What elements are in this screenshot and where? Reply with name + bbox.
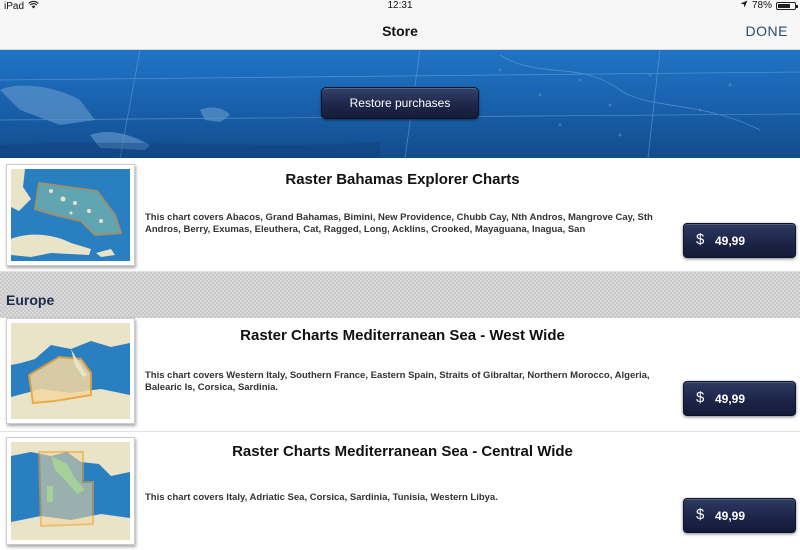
battery-icon (776, 2, 798, 10)
chart-thumbnail-med-central (6, 437, 135, 545)
price-label: 49,99 (715, 234, 746, 248)
buy-button[interactable]: $ 49,99 (683, 223, 796, 258)
product-title: Raster Bahamas Explorer Charts (285, 171, 520, 188)
currency-symbol: $ (696, 231, 705, 248)
product-row-bahamas[interactable]: Raster Bahamas Explorer Charts This char… (0, 158, 800, 272)
location-arrow-icon (740, 0, 748, 12)
status-bar: iPad 12:31 78% (0, 0, 800, 12)
store-banner: Restore purchases (0, 50, 800, 158)
product-description: This chart covers Italy, Adriatic Sea, C… (145, 492, 498, 503)
price-label: 49,99 (715, 509, 746, 523)
section-header-europe: Europe (0, 272, 800, 318)
product-row-med-west[interactable]: Raster Charts Mediterranean Sea - West W… (0, 318, 800, 432)
page-title: Store (382, 23, 418, 39)
buy-button[interactable]: $ 49,99 (683, 381, 796, 416)
section-label: Europe (6, 292, 55, 308)
product-description: This chart covers Abacos, Grand Bahamas,… (145, 212, 653, 235)
chart-thumbnail-bahamas (6, 164, 135, 266)
currency-symbol: $ (696, 506, 705, 523)
battery-percent: 78% (751, 0, 772, 11)
buy-button[interactable]: $ 49,99 (683, 498, 796, 533)
product-description: This chart covers Western Italy, Souther… (145, 370, 650, 393)
currency-symbol: $ (696, 389, 705, 406)
price-label: 49,99 (715, 392, 746, 406)
done-button[interactable]: DONE (746, 12, 788, 50)
restore-purchases-button[interactable]: Restore purchases (321, 87, 479, 119)
product-row-med-central[interactable]: Raster Charts Mediterranean Sea - Centra… (0, 432, 800, 550)
product-title: Raster Charts Mediterranean Sea - West W… (240, 327, 565, 344)
navigation-bar: Store DONE (0, 12, 800, 50)
product-title: Raster Charts Mediterranean Sea - Centra… (232, 443, 573, 460)
chart-thumbnail-med-west (6, 318, 135, 424)
clock: 12:31 (387, 0, 413, 11)
